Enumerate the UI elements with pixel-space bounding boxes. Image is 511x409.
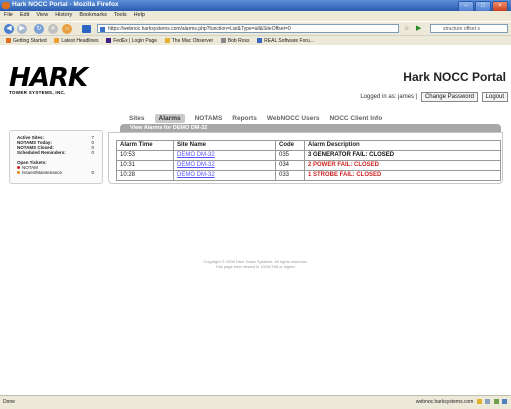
col-code: Code xyxy=(275,140,305,151)
status-domain: webnoc.harksystems.com xyxy=(415,399,474,405)
rss-icon xyxy=(54,38,60,43)
page-footer: Copyright © 2008 Hark Tower Systems. All… xyxy=(0,259,511,269)
menu-history[interactable]: History xyxy=(51,11,75,18)
site-name-link[interactable]: DEMO DM-32 xyxy=(173,150,276,161)
back-arrow-icon[interactable]: ◀ xyxy=(4,24,14,34)
fedex-icon xyxy=(106,38,112,43)
page-title: Hark NOCC Portal xyxy=(403,70,506,84)
mac-observer-icon xyxy=(164,38,170,43)
addon-icon[interactable] xyxy=(502,399,507,404)
forward-arrow-icon[interactable]: ▶ xyxy=(17,24,27,34)
page-content: HARK TOWER SYSTEMS, INC. Hark NOCC Porta… xyxy=(0,45,511,395)
alarm-time: 10:53 xyxy=(116,150,174,161)
status-text: Done xyxy=(3,399,15,405)
menu-edit[interactable]: Edit xyxy=(16,11,32,18)
menu-bar: File Edit View History Bookmarks Tools Help xyxy=(0,11,511,21)
alarm-description: 1 STROBE FAIL: CLOSED xyxy=(304,170,501,181)
red-dot-icon xyxy=(17,166,20,169)
logo-text: HARK xyxy=(9,63,88,93)
menu-bookmarks[interactable]: Bookmarks xyxy=(75,11,110,18)
bookmark-bob-ross[interactable]: Bob Ross xyxy=(220,38,250,44)
main-tabs: Sites Alarms NOTAMS Reports WebNOCC Users NOC… xyxy=(129,114,392,124)
alarm-description: 2 POWER FAIL: CLOSED xyxy=(304,160,501,171)
alarm-code: 034 xyxy=(275,160,305,171)
panel-title: View Alarms for DEMO DM-32 xyxy=(120,124,501,132)
url-bar[interactable]: https://webnoc.harksystems.com/alarms.ph… xyxy=(97,24,399,33)
navigation-toolbar: ◀ ▶ ↻ ✕ ⌂ https://webnoc.harksystems.com… xyxy=(0,21,511,36)
login-info: Logged in as: james | Change Password Lo… xyxy=(360,92,508,102)
stat-label: Scheduled Reminders: xyxy=(17,150,66,155)
search-input[interactable]: structure offset s xyxy=(430,24,508,33)
tab-webnocc-users[interactable]: WebNOCC Users xyxy=(267,115,320,122)
tab-alarms[interactable]: Alarms xyxy=(154,114,185,123)
col-alarm-time: Alarm Time xyxy=(116,140,174,151)
stop-icon[interactable]: ✕ xyxy=(48,24,58,34)
menu-help[interactable]: Help xyxy=(130,11,148,18)
bookmark-mac-observer[interactable]: The Mac Observer xyxy=(164,38,213,44)
alarm-time: 10:28 xyxy=(116,170,174,181)
change-password-button[interactable]: Change Password xyxy=(420,92,478,102)
bookmark-fedex[interactable]: FedEx | Login Page xyxy=(106,38,157,44)
menu-view[interactable]: View xyxy=(32,11,51,18)
col-site-name: Site Name xyxy=(173,140,276,151)
search-text: structure offset s xyxy=(443,26,480,32)
ticket-count: 0 xyxy=(91,170,94,175)
status-right: webnoc.harksystems.com xyxy=(416,396,507,409)
page-favicon-icon xyxy=(100,27,105,32)
site-identity-icon[interactable] xyxy=(82,25,91,33)
site-name-link[interactable]: DEMO DM-32 xyxy=(173,170,276,181)
alarm-description: 3 GENERATOR FAIL: CLOSED xyxy=(304,150,501,161)
bookmark-getting-started[interactable]: Getting Started xyxy=(6,38,47,44)
bob-ross-icon xyxy=(220,38,226,43)
alarm-code: 033 xyxy=(275,170,305,181)
menu-tools[interactable]: Tools xyxy=(110,11,130,18)
logged-in-label: Logged in as: james | xyxy=(360,94,418,100)
table-header-row: Alarm Time Site Name Code Alarm Descript… xyxy=(116,140,501,151)
table-row: 10:28 DEMO DM-32 033 1 STROBE FAIL: CLOS… xyxy=(116,170,501,181)
tab-notams[interactable]: NOTAMS xyxy=(195,115,223,122)
menu-file[interactable]: File xyxy=(0,11,16,18)
resolution-note: This page best viewed in 1024x768 or hig… xyxy=(215,264,296,269)
site-name-link[interactable]: DEMO DM-32 xyxy=(173,160,276,171)
bookmark-real-software[interactable]: REAL Software Foru... xyxy=(257,38,314,44)
real-software-icon xyxy=(257,38,263,43)
alarm-time: 10:31 xyxy=(116,160,174,171)
orange-dot-icon xyxy=(17,171,20,174)
col-alarm-description: Alarm Description xyxy=(304,140,501,151)
table-row: 10:31 DEMO DM-32 034 2 POWER FAIL: CLOSE… xyxy=(116,160,501,171)
firefox-icon xyxy=(2,2,10,9)
summary-sidebar: Active Sites: 7 NOTAMS Today: 0 NOTAMS Clo… xyxy=(9,130,103,184)
table-row: 10:53 DEMO DM-32 035 3 GENERATOR FAIL: C… xyxy=(116,150,501,161)
ticket-issues-link[interactable]: Issues/Maintenance xyxy=(17,170,62,175)
hark-logo: HARK TOWER SYSTEMS, INC. xyxy=(9,63,88,95)
alarms-table: Alarm Time Site Name Code Alarm Descript… xyxy=(116,140,501,181)
lock-icon[interactable] xyxy=(476,399,482,404)
tab-nocc-client-info[interactable]: NOCC Client Info xyxy=(329,115,382,122)
addon-icon[interactable] xyxy=(493,399,499,404)
status-bar: Done webnoc.harksystems.com xyxy=(0,395,511,409)
go-arrow-icon[interactable]: ▶ xyxy=(416,24,421,32)
tab-sites[interactable]: Sites xyxy=(129,115,145,122)
url-text: https://webnoc.harksystems.com/alarms.ph… xyxy=(108,26,291,32)
bookmark-latest-headlines[interactable]: Latest Headlines xyxy=(54,38,99,44)
window-title: Hark NOCC Portal - Mozilla Firefox xyxy=(12,1,119,8)
home-icon[interactable]: ⌂ xyxy=(62,24,72,34)
stat-count: 0 xyxy=(91,150,94,155)
firefox-bookmark-icon xyxy=(6,38,11,43)
window-titlebar: Hark NOCC Portal - Mozilla Firefox – □ × xyxy=(0,0,511,12)
logout-button[interactable]: Logout xyxy=(481,92,508,102)
tab-reports[interactable]: Reports xyxy=(232,115,257,122)
status-icon xyxy=(485,399,491,404)
alarm-code: 035 xyxy=(275,150,305,161)
bookmark-star-icon[interactable]: ☆ xyxy=(404,25,409,32)
reload-icon[interactable]: ↻ xyxy=(34,24,44,34)
